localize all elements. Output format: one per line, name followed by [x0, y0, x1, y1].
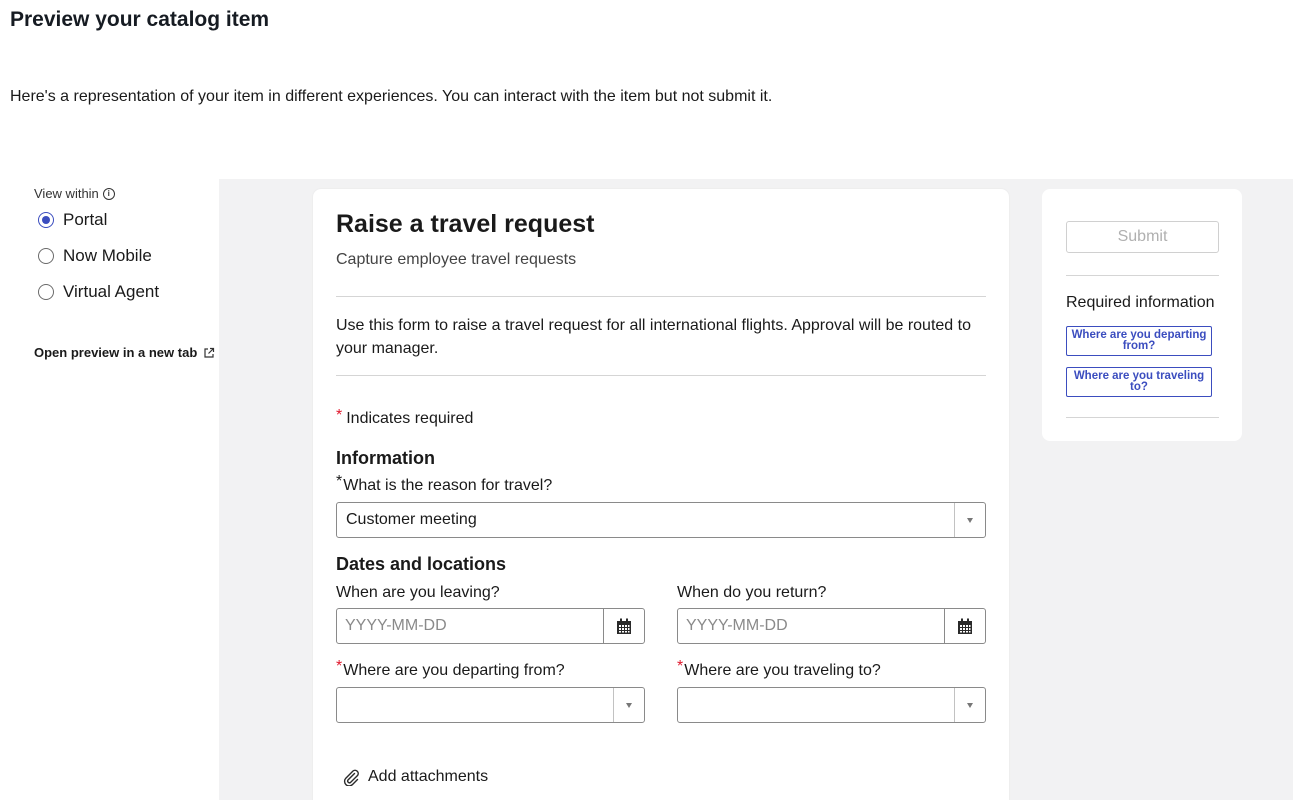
submit-button[interactable]: Submit	[1066, 221, 1219, 253]
leaving-label: When are you leaving?	[336, 584, 500, 601]
required-info-title: Required information	[1066, 294, 1215, 311]
leaving-date-field	[336, 608, 645, 644]
departing-select[interactable]	[336, 687, 645, 723]
open-preview-label: Open preview in a new tab	[34, 345, 198, 360]
radio-selected-icon[interactable]	[38, 212, 54, 228]
leaving-calendar-button[interactable]	[603, 609, 644, 643]
divider	[1066, 417, 1219, 418]
divider	[1066, 275, 1219, 276]
return-date-input[interactable]	[678, 609, 944, 643]
destination-label-text: Where are you traveling to?	[684, 662, 881, 679]
required-link-destination[interactable]: Where are you traveling to?	[1066, 367, 1212, 397]
view-within-text: View within	[34, 186, 99, 201]
page-description: Here's a representation of your item in …	[10, 88, 773, 105]
radio-label-virtual-agent: Virtual Agent	[63, 282, 160, 301]
info-icon[interactable]: i	[102, 187, 115, 200]
calendar-icon	[617, 618, 631, 634]
return-label: When do you return?	[677, 584, 827, 601]
paperclip-icon	[343, 769, 359, 786]
external-link-icon	[204, 347, 215, 358]
reason-select[interactable]: Customer meeting	[336, 502, 986, 538]
reason-label: *What is the reason for travel?	[336, 473, 553, 495]
caret-down-icon	[967, 517, 973, 523]
add-attachments-label: Add attachments	[368, 768, 489, 785]
section-dates-locations: Dates and locations	[336, 554, 507, 574]
required-marker: *	[677, 658, 684, 675]
add-attachments-button[interactable]: Add attachments	[342, 768, 488, 786]
caret-down-icon	[967, 702, 973, 708]
reason-dropdown-button[interactable]	[954, 503, 985, 537]
form-title: Raise a travel request	[336, 210, 595, 238]
divider	[336, 296, 986, 297]
divider	[336, 375, 986, 376]
departing-label: *Where are you departing from?	[336, 658, 565, 680]
radio-unselected-icon[interactable]	[38, 248, 54, 264]
required-note: * Indicates required	[336, 407, 474, 428]
required-link-departing[interactable]: Where are you departing from?	[1066, 326, 1212, 356]
departing-dropdown-button[interactable]	[613, 688, 644, 722]
caret-down-icon	[626, 702, 632, 708]
departing-label-text: Where are you departing from?	[343, 662, 565, 679]
return-calendar-button[interactable]	[944, 609, 985, 643]
page-title: Preview your catalog item	[10, 8, 270, 31]
radio-virtual-agent[interactable]: Virtual Agent	[38, 282, 159, 302]
form-description: Use this form to raise a travel request …	[336, 317, 971, 357]
form-subtitle: Capture employee travel requests	[336, 251, 577, 268]
reason-select-value: Customer meeting	[346, 511, 477, 528]
return-date-field	[677, 608, 986, 644]
radio-label-portal: Portal	[63, 210, 108, 229]
required-note-text: Indicates required	[346, 410, 474, 427]
destination-dropdown-button[interactable]	[954, 688, 985, 722]
required-marker: *	[336, 407, 343, 424]
section-information: Information	[336, 448, 435, 468]
destination-label: *Where are you traveling to?	[677, 658, 881, 680]
open-preview-link[interactable]: Open preview in a new tab	[34, 345, 215, 360]
radio-label-now-mobile: Now Mobile	[63, 246, 152, 265]
view-within-label: View within i	[34, 186, 115, 201]
calendar-icon	[958, 618, 972, 634]
radio-portal[interactable]: Portal	[38, 210, 107, 230]
leaving-date-input[interactable]	[337, 609, 603, 643]
reason-label-text: What is the reason for travel?	[343, 477, 553, 494]
required-marker: *	[336, 473, 343, 490]
required-marker: *	[336, 658, 343, 675]
destination-select[interactable]	[677, 687, 986, 723]
radio-now-mobile[interactable]: Now Mobile	[38, 246, 152, 266]
radio-unselected-icon[interactable]	[38, 284, 54, 300]
